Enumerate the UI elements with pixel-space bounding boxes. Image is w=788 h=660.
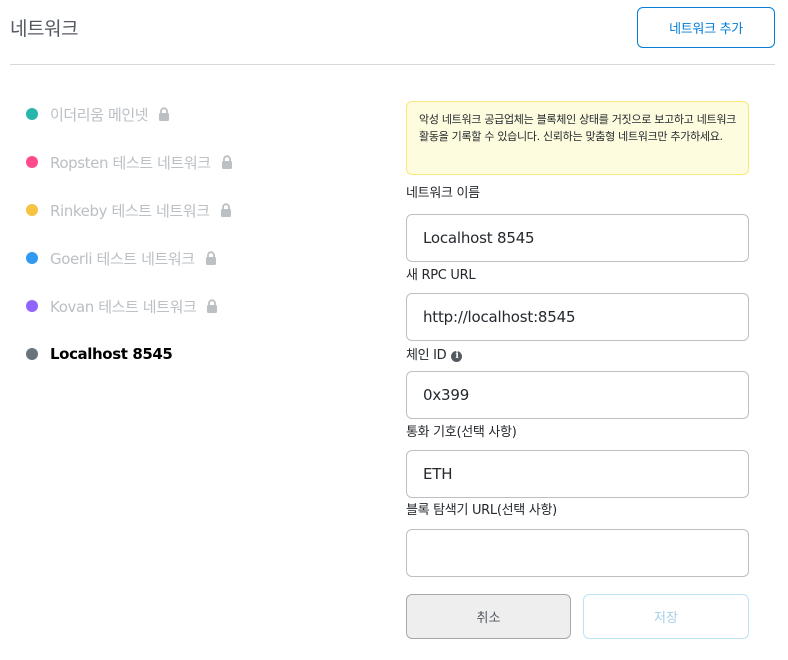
network-item-label: Goerli 테스트 네트워크	[50, 249, 195, 268]
network-settings-page: 네트워크 네트워크 추가 이더리움 메인넷 Ropsten 테스트 네트워크 Rin…	[0, 0, 788, 660]
chain-id-label: 체인 ID	[406, 348, 447, 363]
network-item-label: Kovan 테스트 네트워크	[50, 297, 197, 316]
lock-icon	[221, 155, 233, 169]
page-title: 네트워크	[10, 18, 78, 40]
add-network-button[interactable]: 네트워크 추가	[637, 7, 775, 48]
network-color-dot	[26, 300, 38, 312]
rpc-url-input[interactable]	[406, 293, 749, 341]
network-color-dot	[26, 252, 38, 264]
form-actions: 취소 저장	[406, 594, 749, 639]
save-button[interactable]: 저장	[583, 594, 749, 639]
currency-symbol-label: 통화 기호(선택 사항)	[406, 425, 517, 440]
network-item[interactable]: Goerli 테스트 네트워크	[26, 234, 366, 282]
network-item-label: 이더리움 메인넷	[50, 105, 149, 124]
header-divider	[10, 64, 775, 65]
network-list: 이더리움 메인넷 Ropsten 테스트 네트워크 Rinkeby 테스트 네트워크…	[26, 90, 366, 378]
network-color-dot	[26, 108, 38, 120]
lock-icon	[205, 251, 217, 265]
network-form: 악성 네트워크 공급업체는 블록체인 상태를 거짓으로 보고하고 네트워크 활동…	[406, 101, 749, 577]
chain-id-label-row: 체인 ID i	[406, 346, 749, 366]
network-color-dot	[26, 156, 38, 168]
network-item[interactable]: Localhost 8545	[26, 330, 366, 378]
cancel-button[interactable]: 취소	[406, 594, 571, 639]
block-explorer-input[interactable]	[406, 529, 749, 577]
network-item-label: Localhost 8545	[50, 345, 173, 363]
block-explorer-label: 블록 탐색기 URL(선택 사항)	[406, 503, 557, 518]
chain-id-input[interactable]	[406, 371, 749, 419]
network-item[interactable]: Kovan 테스트 네트워크	[26, 282, 366, 330]
network-name-label: 네트워크 이름	[406, 186, 480, 201]
network-item-label: Ropsten 테스트 네트워크	[50, 153, 211, 172]
lock-icon	[206, 299, 218, 313]
warning-banner: 악성 네트워크 공급업체는 블록체인 상태를 거짓으로 보고하고 네트워크 활동…	[406, 101, 749, 175]
rpc-url-label: 새 RPC URL	[406, 268, 476, 283]
network-color-dot	[26, 348, 38, 360]
network-color-dot	[26, 204, 38, 216]
network-name-input[interactable]	[406, 214, 749, 262]
currency-symbol-input[interactable]	[406, 450, 749, 498]
network-item[interactable]: Rinkeby 테스트 네트워크	[26, 186, 366, 234]
lock-icon	[158, 107, 170, 121]
network-item-label: Rinkeby 테스트 네트워크	[50, 201, 210, 220]
lock-icon	[220, 203, 232, 217]
info-icon[interactable]: i	[451, 350, 463, 362]
network-item[interactable]: 이더리움 메인넷	[26, 90, 366, 138]
network-item[interactable]: Ropsten 테스트 네트워크	[26, 138, 366, 186]
